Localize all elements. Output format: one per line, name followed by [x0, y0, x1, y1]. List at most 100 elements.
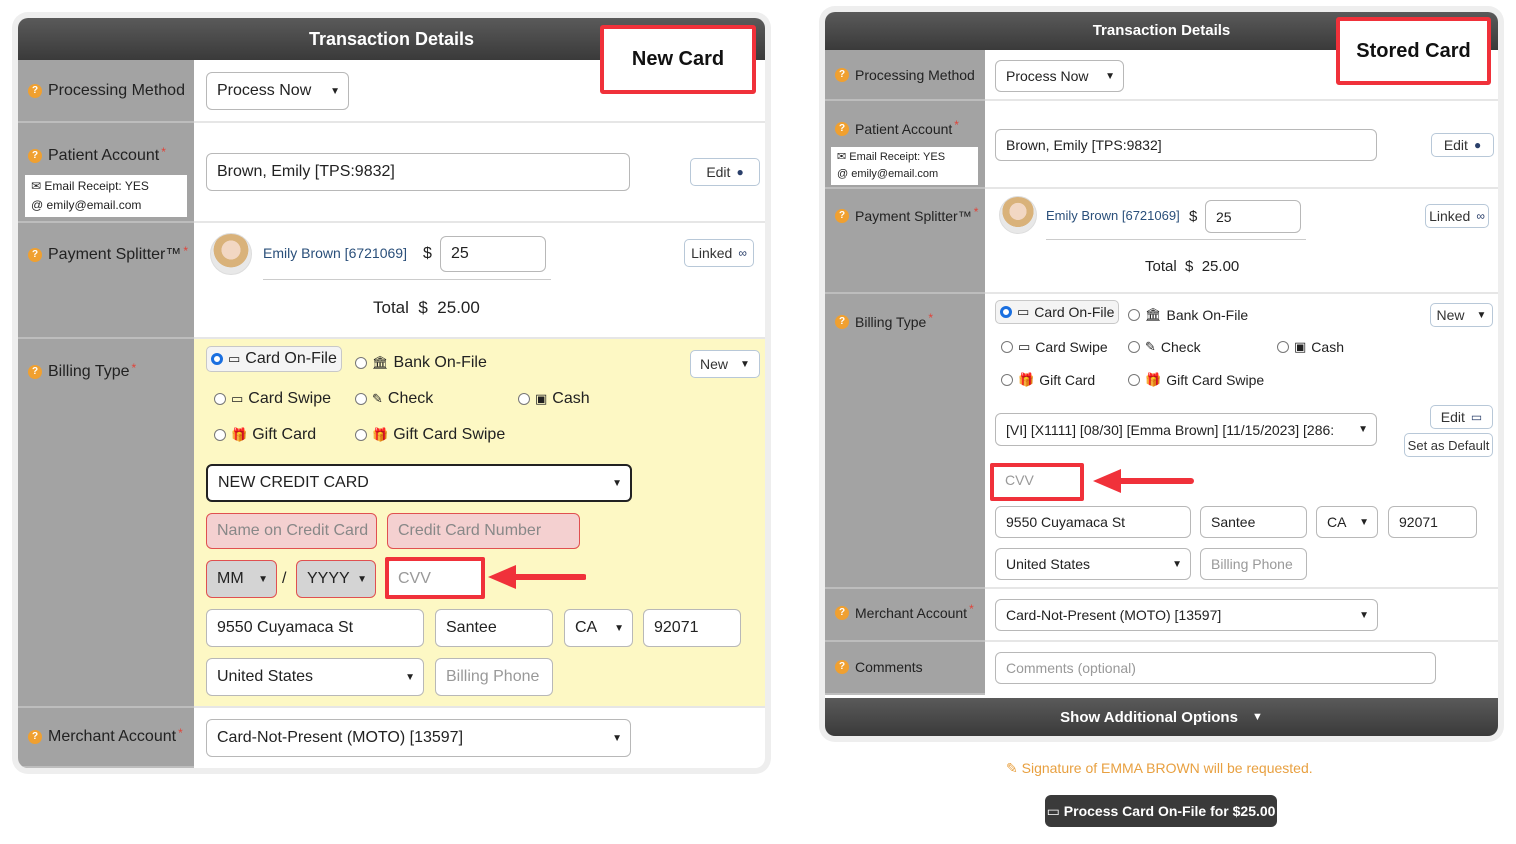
edit-patient-button[interactable]: Edit ●: [1431, 133, 1494, 157]
at-icon: @: [31, 198, 44, 212]
help-icon[interactable]: ?: [28, 84, 42, 98]
radio-card-swipe[interactable]: ▭ Card Swipe: [1001, 339, 1108, 355]
edit-card-button[interactable]: Edit ▭: [1430, 405, 1493, 429]
split-patient-name[interactable]: Emily Brown [6721069]: [1046, 208, 1180, 223]
radio-check[interactable]: ✎ Check: [1128, 339, 1201, 355]
new-billing-button[interactable]: New ▼: [690, 350, 760, 378]
chevron-down-icon: ▼: [357, 573, 367, 585]
chevron-down-icon: ▼: [1359, 609, 1369, 621]
merchant-account-label: ? Merchant Account *: [835, 602, 974, 621]
user-icon: ●: [1473, 138, 1482, 152]
patient-account-row: ? Patient Account * ✉ Email Receipt: YES …: [825, 101, 1498, 189]
money-icon: ▣: [1294, 339, 1307, 354]
comments-input[interactable]: Comments (optional): [995, 652, 1436, 684]
currency-symbol: $: [1189, 208, 1198, 225]
email-receipt-info: ✉ Email Receipt: YES @ emily@email.com: [831, 147, 978, 185]
chevron-down-icon: ▼: [1172, 558, 1182, 570]
billing-type-row: ? Billing Type * ▭ Card On-File 🏛 Bank On-F…: [18, 339, 765, 708]
country-select[interactable]: United States ▼: [206, 658, 424, 696]
expiry-year-select[interactable]: YYYY ▼: [296, 560, 376, 598]
help-icon[interactable]: ?: [28, 365, 42, 379]
avatar: [210, 233, 252, 275]
pencil-icon: ✎: [372, 391, 383, 406]
card-number-input[interactable]: Credit Card Number: [387, 513, 580, 549]
merchant-account-select[interactable]: Card-Not-Present (MOTO) [13597] ▼: [206, 719, 631, 757]
processing-method-select[interactable]: Process Now ▼: [995, 60, 1124, 92]
split-amount-input[interactable]: 25: [1205, 200, 1301, 233]
linked-button[interactable]: Linked ∞: [684, 239, 754, 267]
chevron-down-icon: ▼: [1105, 70, 1115, 82]
radio-bank-on-file[interactable]: 🏛 Bank On-File: [1128, 307, 1248, 323]
expiry-month-select[interactable]: MM ▼: [206, 560, 277, 598]
city-input[interactable]: Santee: [1200, 506, 1307, 538]
patient-account-row: ? Patient Account * ✉ Email Receipt: YES …: [18, 123, 765, 223]
zip-input[interactable]: 92071: [643, 609, 741, 647]
billing-type-label: ? Billing Type *: [835, 311, 933, 330]
bank-icon: 🏛: [1145, 307, 1162, 322]
help-icon[interactable]: ?: [835, 122, 849, 136]
bank-icon: 🏛: [372, 355, 389, 370]
new-billing-button[interactable]: New ▼: [1430, 303, 1493, 327]
merchant-account-select[interactable]: Card-Not-Present (MOTO) [13597] ▼: [995, 599, 1378, 631]
billing-phone-input[interactable]: Billing Phone: [435, 658, 553, 696]
date-separator: /: [282, 570, 287, 587]
envelope-icon: ✉: [31, 179, 42, 193]
help-icon[interactable]: ?: [835, 315, 849, 329]
split-amount-input[interactable]: 25: [440, 236, 546, 272]
processing-method-label: ? Processing Method: [28, 82, 185, 100]
linked-button[interactable]: Linked ∞: [1425, 204, 1489, 228]
at-icon: @: [837, 168, 849, 180]
name-on-card-input[interactable]: Name on Credit Card: [206, 513, 377, 549]
link-icon: ∞: [738, 246, 747, 260]
edit-patient-button[interactable]: Edit ●: [690, 158, 760, 186]
radio-check[interactable]: ✎ Check: [355, 390, 433, 408]
state-select[interactable]: CA ▼: [1316, 506, 1378, 538]
processing-method-select[interactable]: Process Now ▼: [206, 72, 349, 110]
payment-splitter-label: ? Payment Splitter™ *: [835, 205, 978, 224]
patient-account-input[interactable]: Brown, Emily [TPS:9832]: [206, 153, 630, 191]
stored-card-select[interactable]: [VI] [X1111] [08/30] [Emma Brown] [11/15…: [995, 413, 1377, 446]
patient-account-input[interactable]: Brown, Emily [TPS:9832]: [995, 129, 1377, 161]
help-icon[interactable]: ?: [28, 248, 42, 262]
radio-bank-on-file[interactable]: 🏛 Bank On-File: [355, 354, 487, 372]
show-additional-options-button[interactable]: Show Additional Options ▼: [825, 698, 1498, 736]
help-icon[interactable]: ?: [28, 730, 42, 744]
zip-input[interactable]: 92071: [1388, 506, 1477, 538]
help-icon[interactable]: ?: [835, 606, 849, 620]
help-icon[interactable]: ?: [28, 149, 42, 163]
radio-card-swipe[interactable]: ▭ Card Swipe: [214, 390, 331, 408]
comments-label: ? Comments: [835, 659, 923, 675]
set-as-default-button[interactable]: Set as Default: [1404, 433, 1493, 457]
pencil-icon: ✎: [1006, 760, 1018, 776]
signature-note: ✎ Signature of EMMA BROWN will be reques…: [1006, 760, 1313, 776]
credit-card-icon: ▭: [231, 391, 244, 406]
country-select[interactable]: United States ▼: [995, 548, 1191, 580]
radio-cash[interactable]: ▣ Cash: [518, 390, 590, 408]
credit-card-icon: ▭: [1470, 410, 1483, 424]
radio-card-on-file[interactable]: ▭ Card On-File: [995, 300, 1120, 324]
stored-card-callout: Stored Card: [1336, 17, 1491, 85]
card-select[interactable]: NEW CREDIT CARD ▼: [206, 464, 632, 502]
radio-gift-card-swipe[interactable]: 🎁 Gift Card Swipe: [355, 426, 505, 444]
split-patient-name[interactable]: Emily Brown [6721069]: [263, 245, 407, 261]
radio-gift-card-swipe[interactable]: 🎁 Gift Card Swipe: [1128, 372, 1264, 388]
radio-gift-card[interactable]: 🎁 Gift Card: [1001, 372, 1095, 388]
help-icon[interactable]: ?: [835, 660, 849, 674]
credit-card-icon: ▭: [1018, 339, 1031, 354]
process-card-button[interactable]: ▭ Process Card On-File for $25.00: [1045, 795, 1277, 827]
radio-card-on-file[interactable]: ▭ Card On-File: [206, 346, 342, 372]
radio-gift-card[interactable]: 🎁 Gift Card: [214, 426, 316, 444]
chevron-down-icon: ▼: [740, 358, 750, 370]
street-input[interactable]: 9550 Cuyamaca St: [995, 506, 1191, 538]
total-value: 25.00: [1201, 258, 1240, 275]
currency-symbol: $: [423, 245, 432, 262]
city-input[interactable]: Santee: [435, 609, 553, 647]
help-icon[interactable]: ?: [835, 209, 849, 223]
gift-icon: 🎁: [1145, 372, 1162, 387]
arrow-icon: [1093, 469, 1194, 493]
state-select[interactable]: CA ▼: [564, 609, 633, 647]
help-icon[interactable]: ?: [835, 68, 849, 82]
billing-phone-input[interactable]: Billing Phone: [1200, 548, 1307, 580]
street-input[interactable]: 9550 Cuyamaca St: [206, 609, 424, 647]
radio-cash[interactable]: ▣ Cash: [1277, 339, 1344, 355]
